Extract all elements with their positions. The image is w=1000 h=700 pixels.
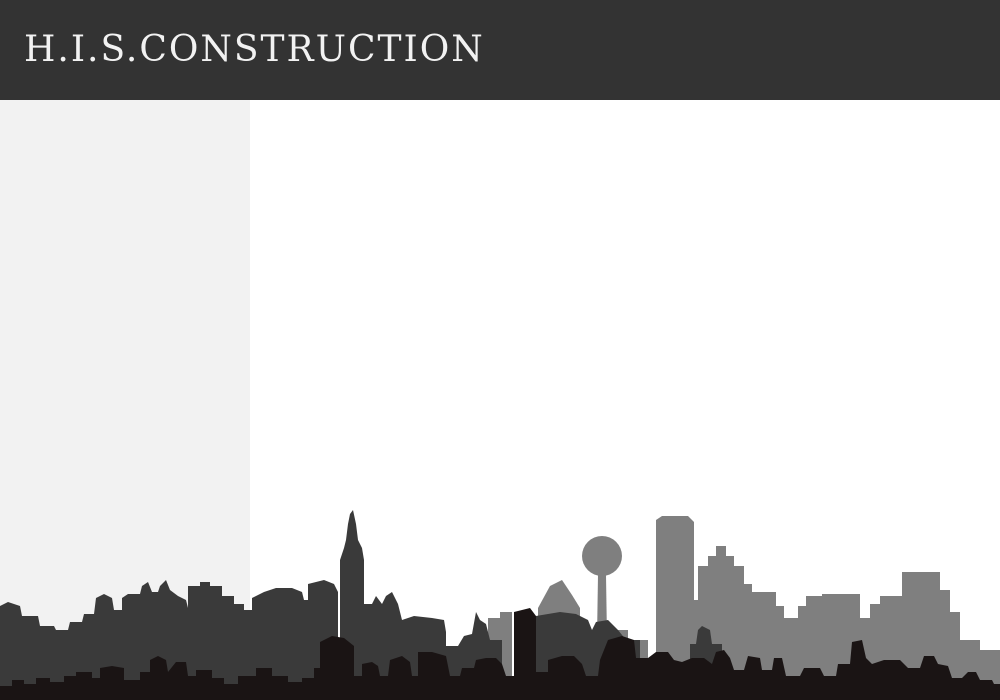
site-header: H.I.S.CONSTRUCTION bbox=[0, 0, 1000, 100]
city-skyline-image bbox=[0, 510, 1000, 700]
site-logo-link[interactable]: H.I.S.CONSTRUCTION bbox=[24, 27, 485, 73]
